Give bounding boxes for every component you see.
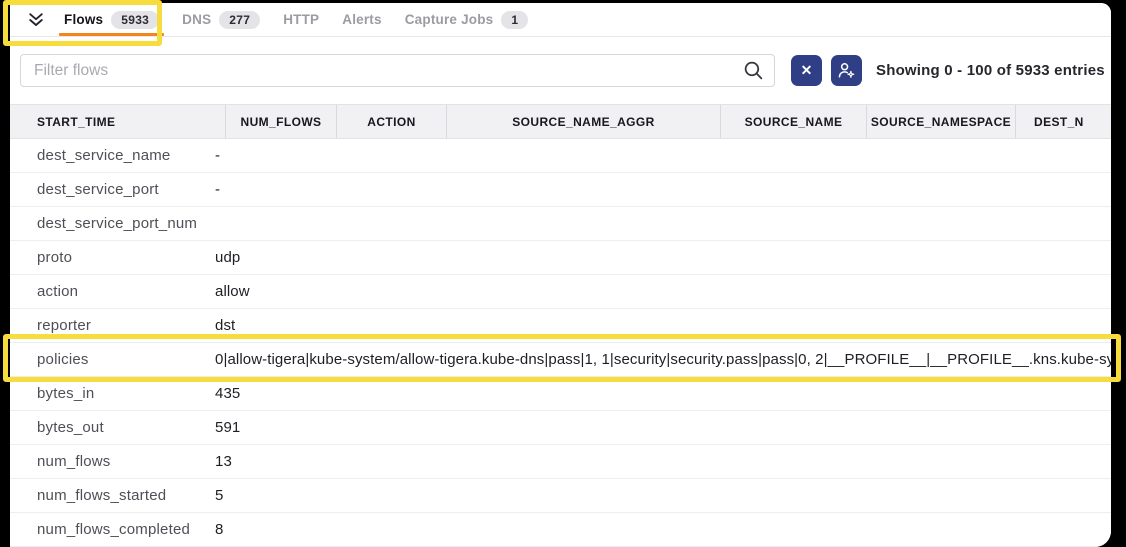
tab-list: Flows 5933 DNS 277 HTTP Alerts Capture Jobs 1 (59, 3, 546, 36)
tab-capture-jobs[interactable]: Capture Jobs 1 (400, 3, 534, 36)
detail-key: action (10, 283, 215, 300)
user-gear-icon (837, 61, 856, 80)
detail-key: num_flows_started (10, 487, 215, 504)
detail-value: 0|allow-tigera|kube-system/allow-tigera.… (215, 351, 1111, 368)
detail-row-num_flows_started: num_flows_started5 (10, 479, 1111, 513)
chevron-double-down-icon[interactable] (25, 9, 47, 31)
tab-label: Capture Jobs (405, 12, 494, 27)
tab-bar: Flows 5933 DNS 277 HTTP Alerts Capture Jobs 1 (10, 3, 1111, 37)
detail-row-dest_service_name: dest_service_name- (10, 139, 1111, 173)
detail-value: - (215, 181, 1111, 198)
tab-alerts[interactable]: Alerts (337, 3, 386, 36)
column-header-num_flows[interactable]: NUM_FLOWS (226, 105, 337, 138)
detail-row-policies: policies0|allow-tigera|kube-system/allow… (10, 343, 1111, 377)
detail-row-bytes_in: bytes_in435 (10, 377, 1111, 411)
detail-key: reporter (10, 317, 215, 334)
detail-value: - (215, 147, 1111, 164)
detail-value: dst (215, 317, 1111, 334)
detail-key: bytes_in (10, 385, 215, 402)
detail-value: 435 (215, 385, 1111, 402)
flow-logs-panel: Flows 5933 DNS 277 HTTP Alerts Capture Jobs 1 ✕ (10, 3, 1111, 547)
detail-value: 591 (215, 419, 1111, 436)
detail-value: 13 (215, 453, 1111, 470)
detail-row-num_flows_completed: num_flows_completed8 (10, 513, 1111, 547)
detail-row-dest_service_port: dest_service_port- (10, 173, 1111, 207)
tab-badge: 1 (501, 11, 528, 29)
tab-badge: 5933 (111, 11, 159, 29)
detail-key: bytes_out (10, 419, 215, 436)
tab-label: Alerts (342, 12, 381, 27)
tab-label: HTTP (283, 12, 319, 27)
tab-label: Flows (64, 12, 103, 27)
detail-key: num_flows (10, 453, 215, 470)
detail-row-proto: protoudp (10, 241, 1111, 275)
detail-key: dest_service_port_num (10, 215, 215, 232)
filter-flows-input[interactable] (20, 54, 775, 87)
clear-filter-button[interactable]: ✕ (791, 55, 822, 86)
detail-key: dest_service_port (10, 181, 215, 198)
detail-key: dest_service_name (10, 147, 215, 164)
user-settings-button[interactable] (831, 55, 862, 86)
column-header-source_name_aggr[interactable]: SOURCE_NAME_AGGR (447, 105, 721, 138)
detail-row-num_flows: num_flows13 (10, 445, 1111, 479)
column-header-start_time[interactable]: START_TIME (10, 105, 226, 138)
tab-label: DNS (182, 12, 211, 27)
tab-http[interactable]: HTTP (278, 3, 324, 36)
detail-key: policies (10, 351, 215, 368)
tab-dns[interactable]: DNS 277 (177, 3, 265, 36)
detail-value: 5 (215, 487, 1111, 504)
detail-value: udp (215, 249, 1111, 266)
toolbar: ✕ Showing 0 - 100 of 5933 entries ‹ (10, 37, 1111, 104)
detail-value: 8 (215, 521, 1111, 538)
tab-badge: 277 (219, 11, 260, 29)
detail-row-bytes_out: bytes_out591 (10, 411, 1111, 445)
detail-row-reporter: reporterdst (10, 309, 1111, 343)
tab-flows[interactable]: Flows 5933 (59, 3, 164, 36)
showing-entries-text: Showing 0 - 100 of 5933 entries (876, 62, 1105, 79)
detail-value: allow (215, 283, 1111, 300)
column-header-dest_n[interactable]: DEST_N (1016, 105, 1111, 138)
column-header-action[interactable]: ACTION (337, 105, 447, 138)
search-icon (743, 60, 764, 81)
detail-row-action: actionallow (10, 275, 1111, 309)
detail-key: proto (10, 249, 215, 266)
x-icon: ✕ (801, 62, 813, 79)
column-header-source_namespace[interactable]: SOURCE_NAMESPACE (867, 105, 1016, 138)
flow-detail-list: dest_service_name-dest_service_port-dest… (10, 139, 1111, 547)
detail-row-dest_service_port_num: dest_service_port_num (10, 207, 1111, 241)
column-header-source_name[interactable]: SOURCE_NAME (721, 105, 867, 138)
table-header-row: START_TIMENUM_FLOWSACTIONSOURCE_NAME_AGG… (10, 104, 1111, 139)
detail-key: num_flows_completed (10, 521, 215, 538)
filter-wrap (20, 54, 775, 87)
